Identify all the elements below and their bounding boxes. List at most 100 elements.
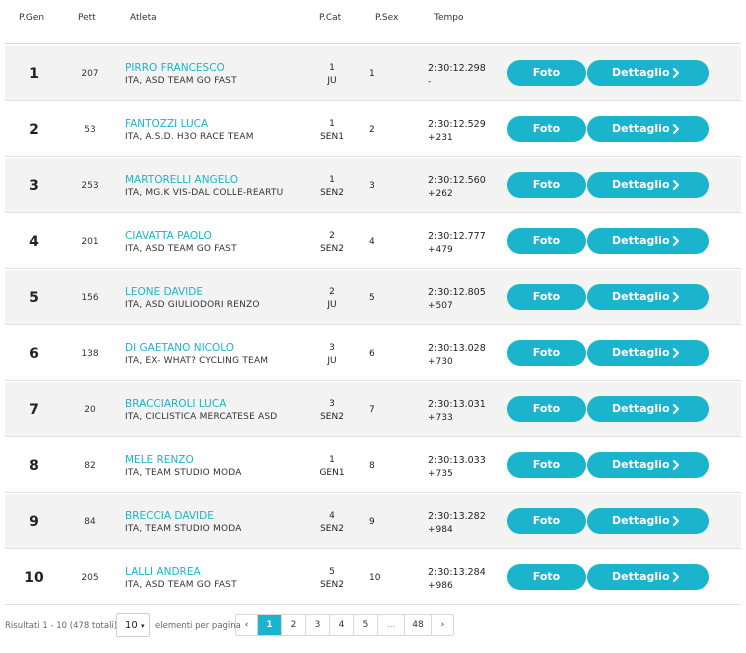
finish-time: 2:30:12.777 (428, 231, 486, 242)
table-row: 3 253 MARTORELLI ANGELO ITA, MG.K VIS-DAL C… (5, 158, 741, 213)
dettaglio-label: Dettaglio (612, 402, 670, 415)
category-rank: 5 (329, 567, 335, 577)
prev-page-button[interactable]: ‹ (236, 615, 258, 635)
sex-position: 10 (369, 573, 381, 583)
per-page-select[interactable]: 10 ▾ (116, 613, 150, 637)
foto-button[interactable]: Foto (507, 340, 586, 366)
dettaglio-button[interactable]: Dettaglio (587, 396, 709, 422)
category-code: SEN2 (320, 524, 344, 534)
per-page-value: 10 (125, 620, 138, 631)
page-button[interactable]: 5 (354, 615, 378, 635)
chevron-right-icon (673, 180, 679, 190)
chevron-right-icon (673, 516, 679, 526)
foto-button[interactable]: Foto (507, 284, 586, 310)
dettaglio-label: Dettaglio (612, 122, 670, 135)
bib-number: 138 (81, 349, 99, 359)
chevron-right-icon (673, 68, 679, 78)
athlete-name-link[interactable]: MARTORELLI ANGELO (125, 174, 238, 186)
chevron-right-icon (673, 236, 679, 246)
athlete-team: ITA, ASD TEAM GO FAST (125, 244, 237, 254)
sex-position: 8 (369, 461, 375, 471)
category-code: SEN2 (320, 412, 344, 422)
foto-button[interactable]: Foto (507, 396, 586, 422)
overall-position: 1 (29, 66, 39, 82)
table-row: 9 84 BRECCIA DAVIDE ITA, TEAM STUDIO MODA 4 S… (5, 494, 741, 549)
athlete-name-link[interactable]: LEONE DAVIDE (125, 286, 203, 298)
foto-button[interactable]: Foto (507, 508, 586, 534)
time-gap: - (428, 77, 432, 87)
row-divider (5, 436, 741, 437)
chevron-right-icon (673, 572, 679, 582)
athlete-team: ITA, A.S.D. H3O RACE TEAM (125, 132, 254, 142)
row-divider (5, 268, 741, 269)
dettaglio-button[interactable]: Dettaglio (587, 228, 709, 254)
overall-position: 7 (29, 402, 39, 418)
category-code: SEN1 (320, 132, 344, 142)
dettaglio-button[interactable]: Dettaglio (587, 564, 709, 590)
athlete-team: ITA, EX- WHAT? CYCLING TEAM (125, 356, 269, 366)
table-row: 6 138 DI GAETANO NICOLO ITA, EX- WHAT? CYCL… (5, 326, 741, 381)
dettaglio-label: Dettaglio (612, 178, 670, 191)
time-gap: +730 (428, 357, 453, 367)
overall-position: 6 (29, 346, 39, 362)
next-page-button[interactable]: › (432, 615, 453, 635)
category-code: SEN2 (320, 188, 344, 198)
finish-time: 2:30:12.805 (428, 287, 486, 298)
page-button[interactable]: 2 (282, 615, 306, 635)
category-code: GEN1 (319, 468, 345, 478)
athlete-name-link[interactable]: CIAVATTA PAOLO (125, 230, 212, 242)
row-divider (5, 492, 741, 493)
bib-number: 201 (81, 237, 99, 247)
bib-number: 84 (84, 517, 96, 527)
athlete-name-link[interactable]: LALLI ANDREA (125, 566, 201, 578)
table-row: 7 20 BRACCIAROLI LUCA ITA, CICLISTICA MERCA… (5, 382, 741, 437)
table-row: 8 82 MELE RENZO ITA, TEAM STUDIO MODA 1 GEN1 8… (5, 438, 741, 493)
foto-button[interactable]: Foto (507, 172, 586, 198)
finish-time: 2:30:13.282 (428, 511, 486, 522)
dettaglio-button[interactable]: Dettaglio (587, 452, 709, 478)
page-button[interactable]: 3 (306, 615, 330, 635)
foto-button[interactable]: Foto (507, 116, 586, 142)
athlete-team: ITA, CICLISTICA MERCATESE ASD (125, 412, 278, 422)
athlete-team: ITA, MG.K VIS-DAL COLLE-REARTU (125, 188, 284, 198)
dettaglio-button[interactable]: Dettaglio (587, 340, 709, 366)
dettaglio-button[interactable]: Dettaglio (587, 172, 709, 198)
dettaglio-label: Dettaglio (612, 514, 670, 527)
page-button[interactable]: 4 (330, 615, 354, 635)
category-rank: 1 (329, 119, 335, 129)
athlete-team: ITA, ASD GIULIODORI RENZO (125, 300, 260, 310)
athlete-name-link[interactable]: DI GAETANO NICOLO (125, 342, 234, 354)
athlete-name-link[interactable]: BRECCIA DAVIDE (125, 510, 214, 522)
athlete-name-link[interactable]: PIRRO FRANCESCO (125, 62, 225, 74)
dettaglio-button[interactable]: Dettaglio (587, 116, 709, 142)
table-row: 10 205 LALLI ANDREA ITA, ASD TEAM GO FAST 5 S… (5, 550, 741, 605)
header-pett: Pett (78, 13, 96, 23)
dettaglio-button[interactable]: Dettaglio (587, 508, 709, 534)
chevron-right-icon (673, 348, 679, 358)
time-gap: +262 (428, 189, 453, 199)
chevron-right-icon (673, 292, 679, 302)
dettaglio-label: Dettaglio (612, 458, 670, 471)
athlete-name-link[interactable]: MELE RENZO (125, 454, 194, 466)
page-button[interactable]: 1 (258, 615, 282, 635)
overall-position: 8 (29, 458, 39, 474)
dettaglio-button[interactable]: Dettaglio (587, 60, 709, 86)
time-gap: +507 (428, 301, 453, 311)
athlete-name-link[interactable]: FANTOZZI LUCA (125, 118, 208, 130)
table-row: 2 53 FANTOZZI LUCA ITA, A.S.D. H3O RACE TEA… (5, 102, 741, 157)
finish-time: 2:30:12.298 (428, 63, 486, 74)
finish-time: 2:30:13.031 (428, 399, 486, 410)
bib-number: 207 (81, 69, 99, 79)
row-divider (5, 324, 741, 325)
athlete-name-link[interactable]: BRACCIAROLI LUCA (125, 398, 226, 410)
foto-button[interactable]: Foto (507, 564, 586, 590)
foto-button[interactable]: Foto (507, 452, 586, 478)
dettaglio-button[interactable]: Dettaglio (587, 284, 709, 310)
time-gap: +231 (428, 133, 453, 143)
sex-position: 1 (369, 69, 375, 79)
foto-button[interactable]: Foto (507, 60, 586, 86)
chevron-right-icon (673, 460, 679, 470)
page-button[interactable]: 48 (405, 615, 432, 635)
foto-button[interactable]: Foto (507, 228, 586, 254)
overall-position: 4 (29, 234, 39, 250)
